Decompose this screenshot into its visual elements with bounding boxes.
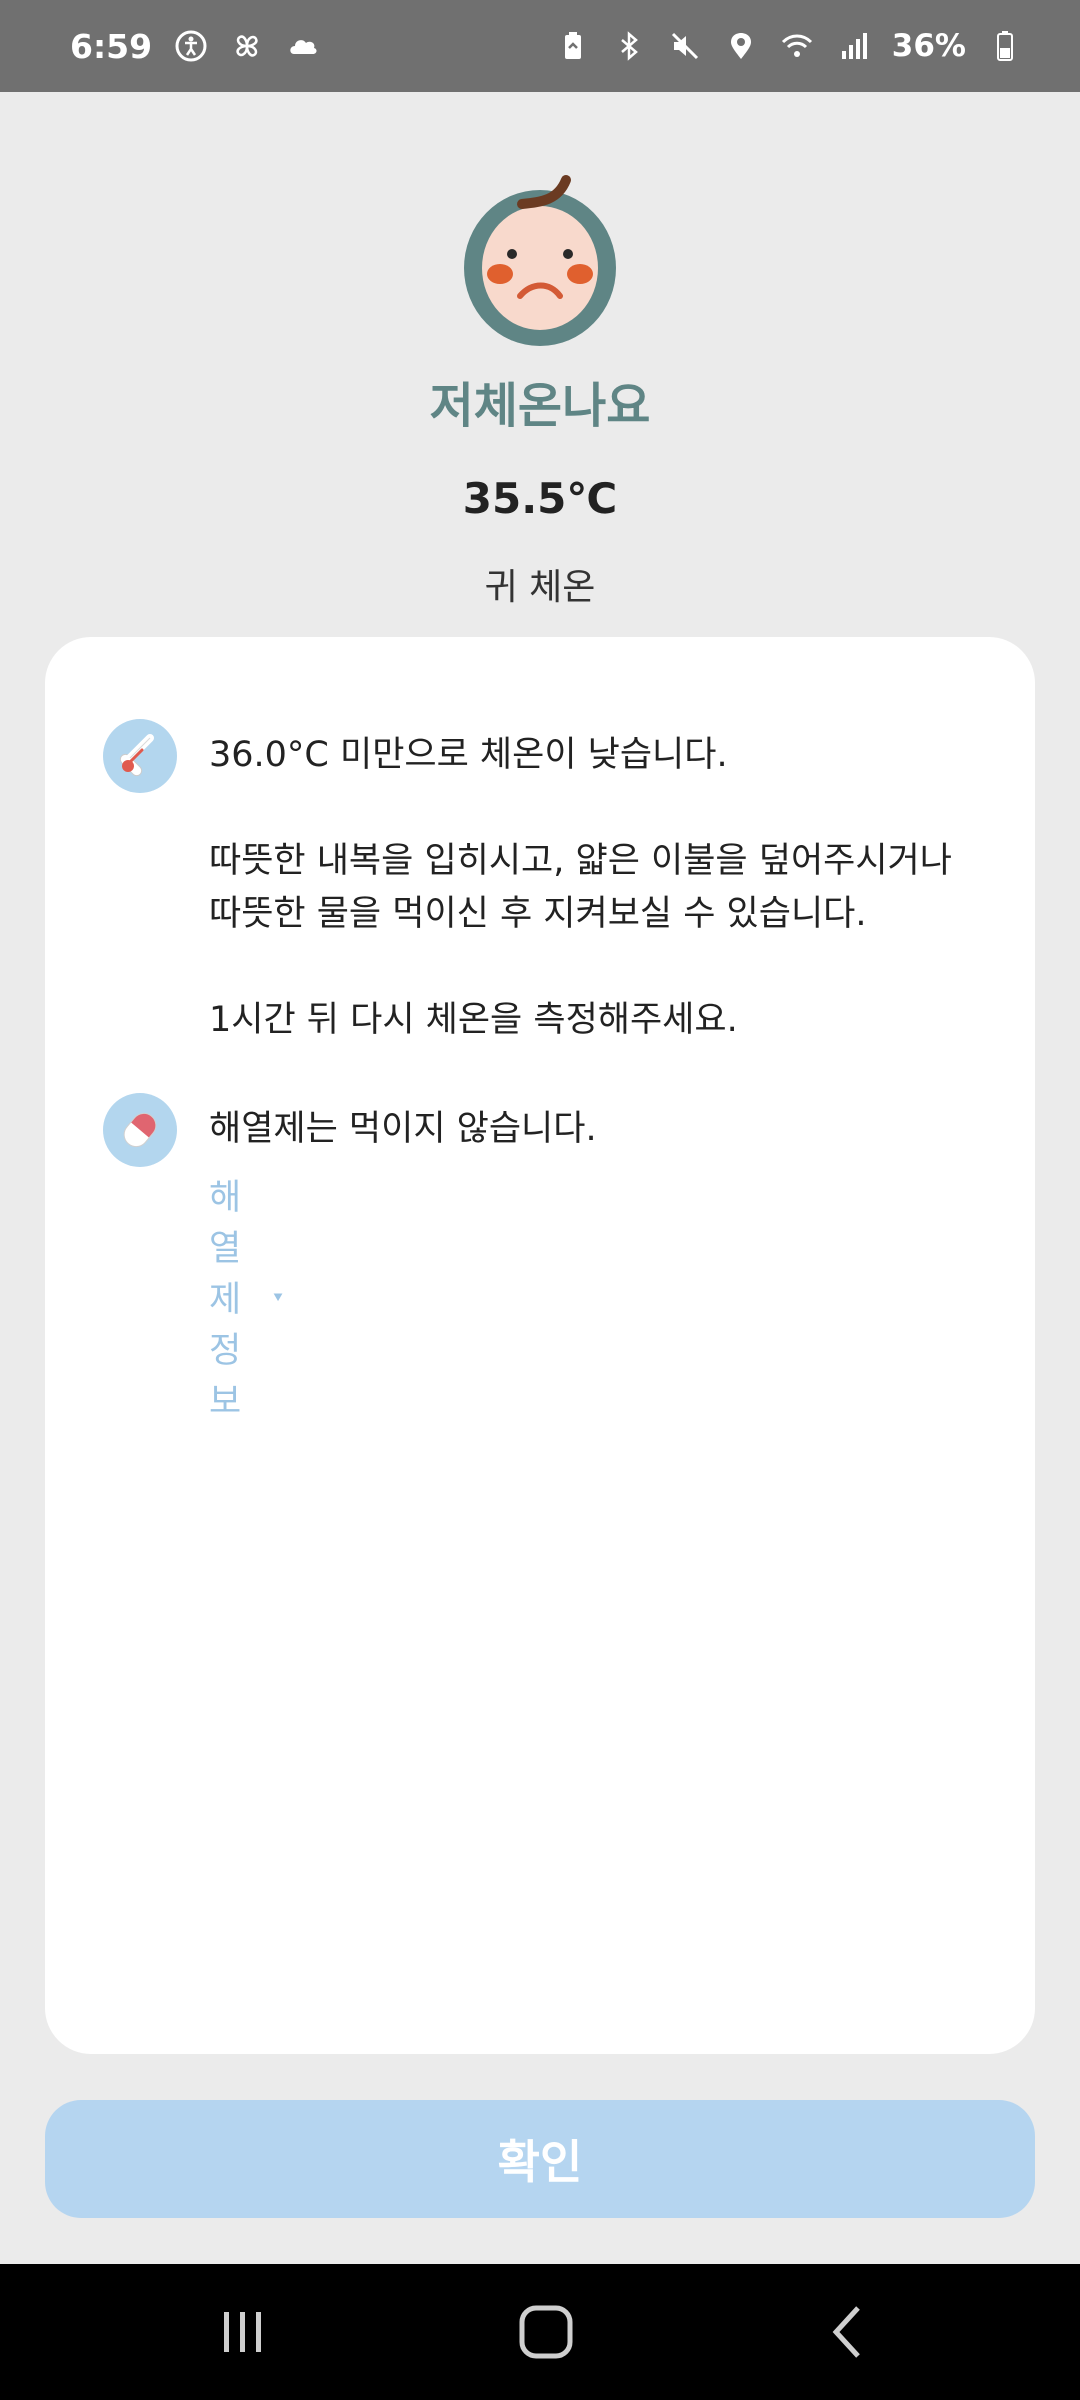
status-time: 6:59: [70, 26, 153, 66]
battery-percent: 36%: [891, 28, 966, 64]
temperature-value: 35.5℃: [462, 474, 618, 523]
bluetooth-icon: [612, 29, 646, 63]
temperature-advice: 36.0°C 미만으로 체온이 낮습니다. 따뜻한 내복을 입히시고, 얇은 이…: [209, 729, 1009, 1047]
pill-icon: [103, 1093, 177, 1167]
battery-saver-icon: [556, 29, 590, 63]
mute-icon: [668, 29, 702, 63]
measurement-method: 귀 체온: [484, 567, 596, 608]
back-button[interactable]: [816, 2300, 880, 2364]
status-left: 6:59: [70, 27, 320, 66]
signal-icon: [836, 29, 870, 63]
status-bar: 6:59 36%: [0, 0, 1080, 92]
home-button[interactable]: [514, 2300, 578, 2364]
pinwheel-icon: [230, 29, 264, 63]
baby-face-icon: [462, 170, 618, 346]
navigation-bar: [0, 2264, 1080, 2400]
cloud-icon: [286, 29, 320, 63]
advice-line-1: 36.0°C 미만으로 체온이 낮습니다.: [209, 735, 728, 775]
battery-icon: [988, 29, 1022, 63]
advice-line-2: 따뜻한 내복을 입히시고, 얇은 이불을 덮어주시거나: [209, 841, 952, 881]
back-icon: [832, 2306, 860, 2358]
triangle-down-icon: [273, 1293, 283, 1301]
medicine-advice: 해열제는 먹이지 않습니다.: [209, 1109, 597, 1149]
location-icon: [724, 29, 758, 63]
thermometer-icon: [103, 719, 177, 793]
advice-line-4: 1시간 뒤 다시 체온을 측정해주세요.: [209, 1000, 738, 1040]
antipyretic-info-label: 해열제 정보: [209, 1178, 242, 1422]
antipyretic-info-toggle[interactable]: 해열제 정보: [209, 1169, 283, 1424]
recent-apps-button[interactable]: [210, 2300, 274, 2364]
recent-apps-icon: [224, 2312, 261, 2352]
info-card: 36.0°C 미만으로 체온이 낮습니다. 따뜻한 내복을 입히시고, 얇은 이…: [45, 637, 1035, 2054]
screen: 6:59 36% 저체온나요 35.5℃ 귀 체온 36.0°C 미만으로 체온…: [0, 0, 1080, 2400]
advice-line-3: 따뜻한 물을 먹이신 후 지켜보실 수 있습니다.: [209, 894, 867, 934]
confirm-button[interactable]: 확인: [45, 2100, 1035, 2218]
status-title: 저체온나요: [429, 378, 651, 434]
accessibility-icon: [174, 29, 208, 63]
wifi-icon: [780, 29, 814, 63]
status-right: 36%: [556, 28, 1022, 64]
home-icon: [519, 2305, 573, 2359]
